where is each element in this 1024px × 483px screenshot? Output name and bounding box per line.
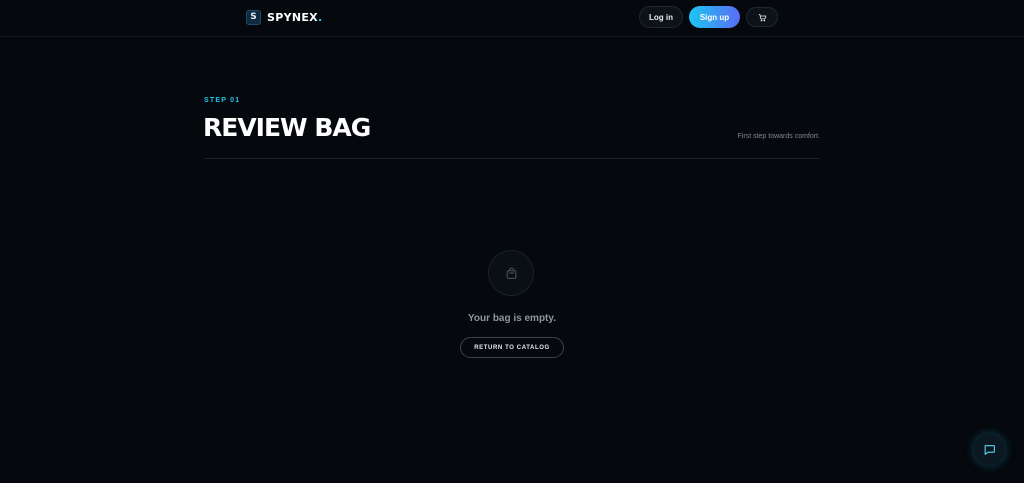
page-subtitle: First step towards comfort. [737,133,820,140]
cart-icon [758,13,766,21]
cart-button[interactable] [746,7,778,27]
signup-button[interactable]: Sign up [689,6,740,28]
logo-text: SPYNEX. [267,11,322,24]
empty-bag-badge [488,250,534,296]
logo-name: SPYNEX [267,10,318,24]
page-title: REVIEW BAG [203,113,371,142]
chat-button[interactable] [974,434,1005,465]
chat-icon [984,445,995,455]
logo-mark-icon: S [246,9,261,25]
bag-icon [506,267,516,279]
return-to-catalog-button[interactable]: RETURN TO CATALOG [460,337,564,358]
logo[interactable]: S SPYNEX. [246,9,322,25]
login-button[interactable]: Log in [639,6,683,28]
logo-dot: . [317,10,323,24]
title-divider [204,158,820,159]
empty-bag-message: Your bag is empty. [468,313,556,324]
site-header: S SPYNEX. Log in Sign up [0,0,1024,37]
step-label: STEP 01 [204,97,241,104]
